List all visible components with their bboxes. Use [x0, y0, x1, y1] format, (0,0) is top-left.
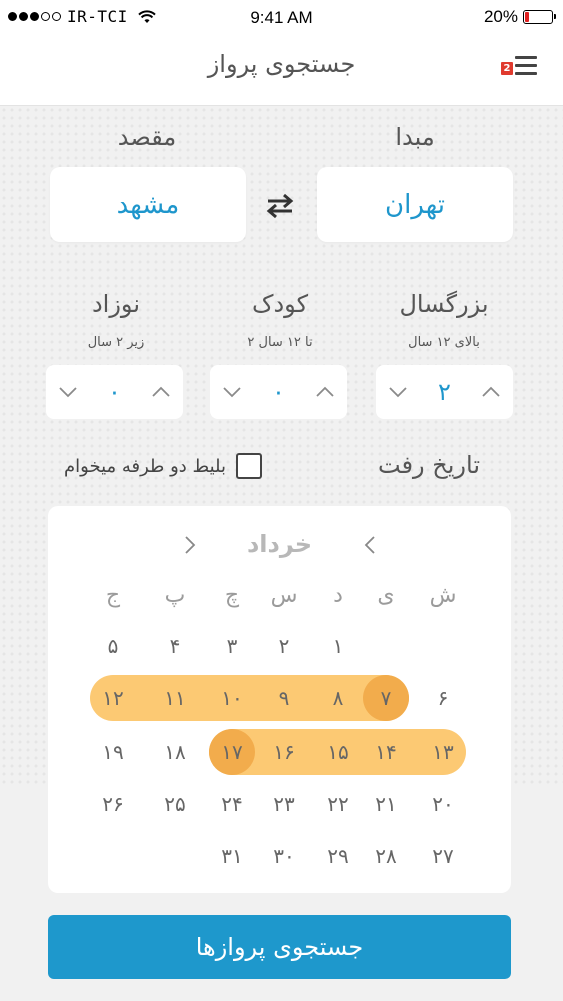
- origin-field[interactable]: تهران: [317, 167, 513, 242]
- calendar-day[interactable]: ۵: [89, 626, 137, 666]
- calendar-day[interactable]: ۱۶: [260, 732, 308, 772]
- round-trip-option[interactable]: بلیط دو طرفه میخوام: [64, 453, 263, 479]
- weekday-label: ش: [429, 583, 457, 608]
- child-title: کودک: [252, 290, 308, 318]
- calendar-day[interactable]: ۳۱: [208, 836, 256, 876]
- calendar-header: خرداد: [48, 530, 511, 560]
- child-increment-chevron-up-icon[interactable]: [311, 378, 339, 406]
- adult-title: بزرگسال: [399, 290, 489, 318]
- infant-increment-chevron-up-icon[interactable]: [147, 378, 175, 406]
- calendar-day[interactable]: ۲۰: [419, 784, 467, 824]
- status-bar: IR-TCI 9:41 AM 20%: [0, 0, 563, 34]
- page-title: جستجوی پرواز: [207, 50, 356, 78]
- destination-field[interactable]: مشهد: [50, 167, 246, 242]
- child-stepper: ۰: [210, 365, 347, 419]
- weekday-label: چ: [224, 583, 240, 608]
- calendar-day[interactable]: ۱۴: [362, 732, 410, 772]
- calendar-day[interactable]: ۲۳: [260, 784, 308, 824]
- status-right: 20%: [483, 7, 556, 27]
- adult-increment-chevron-up-icon[interactable]: [477, 378, 505, 406]
- child-count: ۰: [272, 378, 285, 406]
- round-trip-label: بلیط دو طرفه میخوام: [64, 455, 227, 477]
- adult-stepper: ۲: [376, 365, 513, 419]
- menu-badge: 2: [501, 62, 513, 75]
- calendar-day[interactable]: ۳: [208, 626, 256, 666]
- calendar-day[interactable]: ۲: [260, 626, 308, 666]
- next-month-chevron-right-icon[interactable]: [358, 533, 382, 557]
- child-decrement-chevron-down-icon[interactable]: [218, 378, 246, 406]
- calendar-day[interactable]: ۱۳: [419, 732, 467, 772]
- infant-decrement-chevron-down-icon[interactable]: [54, 378, 82, 406]
- calendar-day[interactable]: ۳۰: [260, 836, 308, 876]
- weekday-label: ی: [377, 583, 395, 608]
- search-flights-button[interactable]: جستجوی پروازها: [48, 915, 511, 979]
- calendar-day[interactable]: ۲۶: [89, 784, 137, 824]
- calendar-day[interactable]: ۱۵: [314, 732, 362, 772]
- calendar-day[interactable]: ۶: [419, 678, 467, 718]
- calendar-day[interactable]: ۲۸: [362, 836, 410, 876]
- round-trip-checkbox[interactable]: [236, 453, 263, 479]
- infant-title: نوزاد: [91, 290, 141, 318]
- destination-value: مشهد: [116, 189, 180, 220]
- calendar-day[interactable]: ۱۲: [89, 678, 137, 718]
- origin-label: مبدا: [395, 123, 435, 151]
- calendar-day[interactable]: ۲۵: [151, 784, 199, 824]
- calendar-day[interactable]: ۴: [151, 626, 199, 666]
- calendar-day[interactable]: ۲۷: [419, 836, 467, 876]
- calendar-month: خرداد: [246, 530, 313, 558]
- calendar-day[interactable]: ۱: [314, 626, 362, 666]
- calendar-day[interactable]: ۱۸: [151, 732, 199, 772]
- weekday-label: س: [270, 583, 298, 608]
- swap-icon[interactable]: [264, 193, 296, 219]
- battery-icon: [523, 10, 556, 24]
- calendar-day[interactable]: ۲۲: [314, 784, 362, 824]
- departure-date-label: تاریخ رفت: [378, 451, 481, 479]
- infant-subtitle: زیر ۲ سال: [87, 335, 145, 350]
- adult-subtitle: بالای ۱۲ سال: [408, 335, 480, 350]
- calendar-day[interactable]: ۲۱: [362, 784, 410, 824]
- adult-count: ۲: [438, 378, 451, 406]
- calendar: خرداد ش ی د س چ پ ج ۱ ۲ ۳ ۴ ۵ ۶ ۷ ۸ ۹ ۱۰ ۱۱ ۱۲ ۱۳ ۱۴ ۱۵ ۱۶ ۱۷ ۱۸…: [48, 506, 511, 893]
- calendar-day[interactable]: ۱۱: [151, 678, 199, 718]
- infant-count: ۰: [108, 378, 121, 406]
- child-subtitle: ۲ تا ۱۲ سال: [247, 335, 313, 350]
- infant-stepper: ۰: [46, 365, 183, 419]
- weekday-label: د: [333, 583, 343, 608]
- calendar-day[interactable]: ۸: [314, 678, 362, 718]
- app-header: جستجوی پرواز 2: [0, 34, 563, 106]
- weekday-label: پ: [164, 583, 186, 608]
- calendar-day[interactable]: ۱۰: [208, 678, 256, 718]
- weekday-label: ج: [105, 583, 121, 608]
- previous-month-chevron-left-icon[interactable]: [178, 533, 202, 557]
- calendar-day[interactable]: ۲۴: [208, 784, 256, 824]
- battery-percent: 20%: [483, 7, 518, 26]
- calendar-day[interactable]: ۱۹: [89, 732, 137, 772]
- calendar-day[interactable]: ۹: [260, 678, 308, 718]
- destination-label: مقصد: [117, 123, 177, 151]
- origin-value: تهران: [385, 189, 445, 220]
- calendar-day[interactable]: ۲۹: [314, 836, 362, 876]
- status-time: 9:41 AM: [250, 8, 313, 27]
- menu-button[interactable]: 2: [501, 54, 537, 78]
- calendar-day[interactable]: ۱۷: [208, 732, 256, 772]
- adult-decrement-chevron-down-icon[interactable]: [384, 378, 412, 406]
- calendar-day[interactable]: ۷: [362, 678, 410, 718]
